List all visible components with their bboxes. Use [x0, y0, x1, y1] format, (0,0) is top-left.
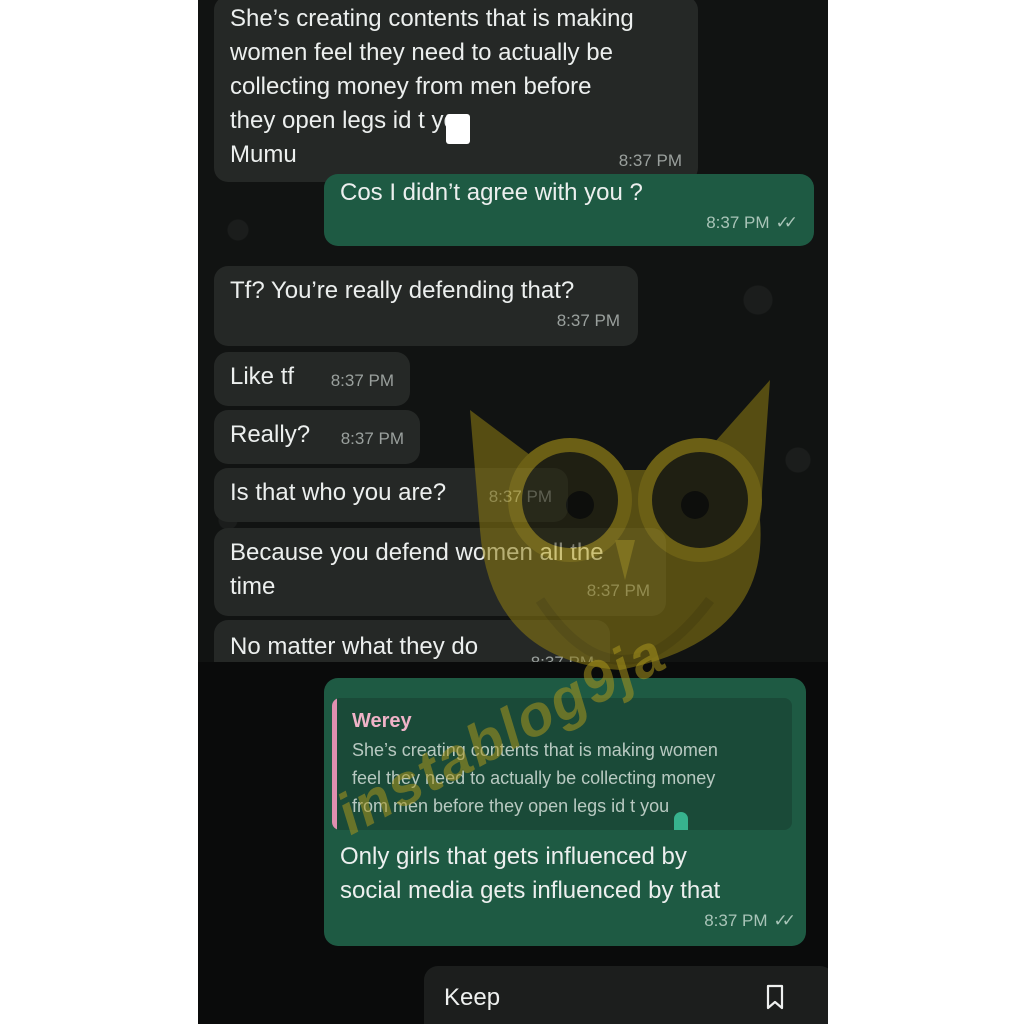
message-clip: No matter what they do 8:37 PM	[198, 620, 828, 662]
message-text: Really?	[230, 421, 311, 448]
redaction-mark	[446, 114, 470, 144]
message-time: 8:37 PM	[488, 487, 552, 506]
message-bubble-incoming[interactable]: She’s creating contents that is making w…	[214, 0, 698, 182]
message-time: 8:37 PM ✓✓	[706, 206, 798, 240]
message-time: 8:37 PM	[586, 581, 650, 600]
message-text: No matter what they do	[230, 633, 479, 660]
keep-bar[interactable]: Keep	[424, 966, 828, 1024]
reply-sender-name: Werey	[352, 710, 412, 732]
message-text: Only girls that gets influenced by socia…	[340, 843, 721, 904]
message-text: Tf? You’re really defending that?	[230, 277, 575, 304]
message-time: 8:37 PM	[340, 429, 404, 448]
double-check-icon: ✓✓	[775, 213, 798, 232]
bookmark-icon[interactable]	[766, 984, 784, 1010]
message-bubble-incoming[interactable]: No matter what they do 8:37 PM	[214, 620, 610, 662]
message-time-label: 8:37 PM	[706, 213, 770, 232]
message-bubble-incoming[interactable]: Because you defend women all the time 8:…	[214, 528, 666, 616]
message-bubble-incoming[interactable]: Is that who you are? 8:37 PM	[214, 468, 568, 522]
message-time: 8:37 PM	[618, 151, 682, 170]
message-time-label: 8:37 PM	[704, 911, 768, 930]
message-time: 8:37 PM	[556, 311, 620, 330]
message-text: Like tf	[230, 363, 295, 390]
message-bubble-incoming[interactable]: Like tf 8:37 PM	[214, 352, 410, 406]
message-bubble-incoming[interactable]: Tf? You’re really defending that? 8:37 P…	[214, 266, 638, 346]
chat-screen: She’s creating contents that is making w…	[198, 0, 828, 1024]
message-bubble-outgoing[interactable]: Cos I didn’t agree with you ? 8:37 PM ✓✓	[324, 174, 814, 246]
message-bubble-incoming[interactable]: Really? 8:37 PM	[214, 410, 420, 464]
message-text: Is that who you are?	[230, 479, 447, 506]
message-time: 8:37 PM ✓✓	[704, 904, 796, 938]
double-check-icon: ✓✓	[773, 911, 796, 930]
keep-button[interactable]: Keep	[444, 984, 500, 1012]
redaction-mark	[674, 812, 688, 830]
message-text: Cos I didn’t agree with you ?	[340, 179, 643, 206]
message-time: 8:37 PM	[330, 371, 394, 390]
